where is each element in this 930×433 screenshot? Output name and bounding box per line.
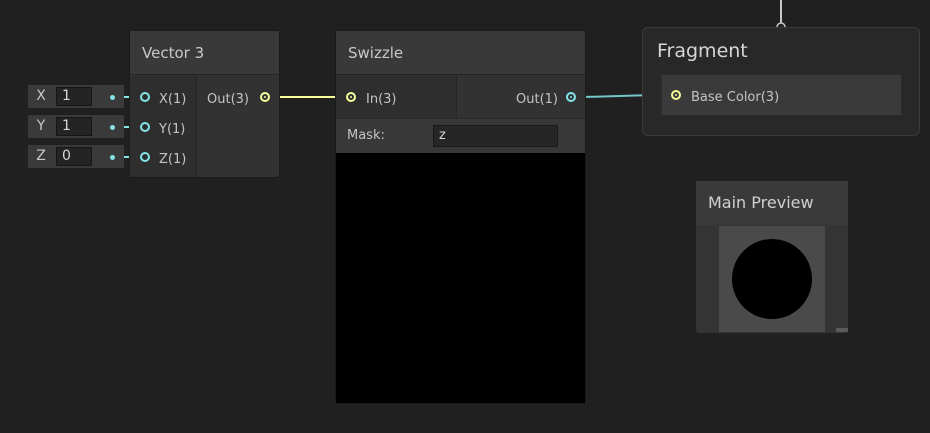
output-label: Out(3) bbox=[207, 92, 249, 107]
main-preview-title: Main Preview bbox=[696, 181, 848, 225]
inline-input-label: Y bbox=[36, 118, 46, 134]
inline-input-x: X 1 bbox=[28, 85, 124, 108]
input-label-y: Y(1) bbox=[159, 122, 186, 137]
input-label-in: In(3) bbox=[366, 92, 397, 107]
inline-input-label: X bbox=[36, 88, 46, 104]
preview-viewport[interactable] bbox=[719, 226, 825, 332]
mask-input[interactable]: z bbox=[433, 125, 558, 147]
inline-port-dot bbox=[110, 95, 115, 100]
fragment-base-color-port[interactable]: Base Color(3) bbox=[661, 74, 902, 116]
mask-label: Mask: bbox=[347, 128, 385, 143]
output-port[interactable] bbox=[566, 92, 576, 102]
base-color-label: Base Color(3) bbox=[691, 90, 780, 105]
node-title: Vector 3 bbox=[130, 31, 279, 75]
main-preview-window[interactable]: Main Preview bbox=[696, 181, 848, 333]
input-port-x[interactable] bbox=[140, 92, 150, 102]
resize-handle[interactable] bbox=[836, 328, 848, 332]
input-port-z[interactable] bbox=[140, 152, 150, 162]
fragment-title: Fragment bbox=[657, 40, 748, 62]
mask-row: Mask: z bbox=[336, 118, 585, 153]
node-preview bbox=[336, 153, 585, 403]
inline-input-y: Y 1 bbox=[28, 115, 124, 138]
node-title: Swizzle bbox=[336, 31, 585, 75]
inline-input-z: Z 0 bbox=[28, 145, 124, 168]
inline-port-dot bbox=[110, 155, 115, 160]
inline-input-field[interactable]: 1 bbox=[56, 117, 92, 136]
inline-input-label: Z bbox=[36, 148, 46, 164]
vector3-node[interactable]: Vector 3 X(1) Y(1) Z(1) Out(3) bbox=[130, 31, 279, 177]
input-port-y[interactable] bbox=[140, 122, 150, 132]
output-label: Out(1) bbox=[516, 92, 558, 107]
fragment-block[interactable]: Fragment Base Color(3) bbox=[642, 27, 920, 136]
input-port-in[interactable] bbox=[346, 92, 356, 102]
input-label-z: Z(1) bbox=[159, 152, 187, 167]
preview-sphere bbox=[732, 239, 812, 319]
inline-port-dot bbox=[110, 125, 115, 130]
swizzle-node[interactable]: Swizzle In(3) Out(1) Mask: z bbox=[336, 31, 585, 403]
inline-input-field[interactable]: 1 bbox=[56, 87, 92, 106]
input-label-x: X(1) bbox=[159, 92, 187, 107]
output-port[interactable] bbox=[260, 92, 270, 102]
base-color-port-dot[interactable] bbox=[671, 90, 681, 100]
inline-input-field[interactable]: 0 bbox=[56, 147, 92, 166]
